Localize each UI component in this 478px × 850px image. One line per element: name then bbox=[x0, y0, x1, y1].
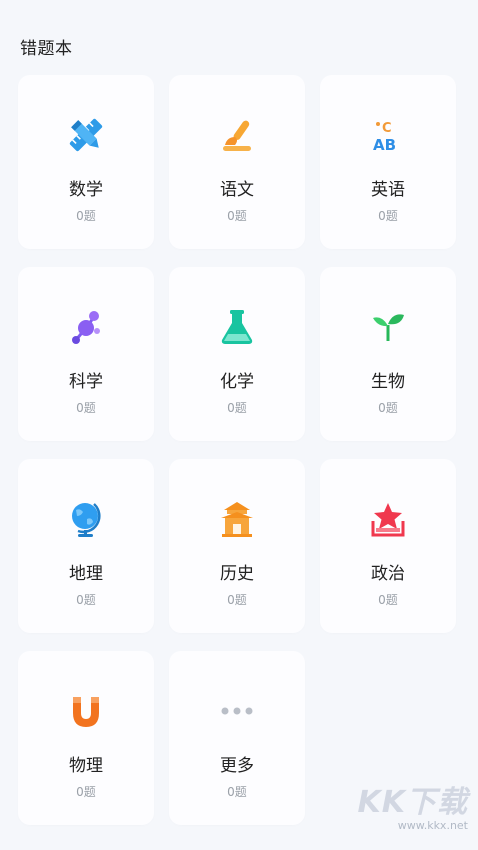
subject-name: 化学 bbox=[220, 372, 254, 392]
molecule-icon bbox=[66, 307, 106, 347]
abc-icon: C AB bbox=[368, 115, 408, 155]
subject-card-science[interactable]: 科学 0题 bbox=[18, 267, 154, 441]
more-dots-icon bbox=[217, 691, 257, 731]
subject-count: 0题 bbox=[227, 209, 247, 223]
subject-name: 地理 bbox=[69, 564, 103, 584]
ruler-pencil-icon bbox=[66, 115, 106, 155]
subject-card-biology[interactable]: 生物 0题 bbox=[320, 267, 456, 441]
flask-icon bbox=[217, 307, 257, 347]
subject-card-chemistry[interactable]: 化学 0题 bbox=[169, 267, 305, 441]
subject-count: 0题 bbox=[227, 785, 247, 799]
pavilion-icon bbox=[217, 499, 257, 539]
subject-card-history[interactable]: 历史 0题 bbox=[169, 459, 305, 633]
subject-card-physics[interactable]: 物理 0题 bbox=[18, 651, 154, 825]
subject-name: 语文 bbox=[220, 180, 254, 200]
sprout-icon bbox=[368, 307, 408, 347]
star-badge-icon bbox=[368, 499, 408, 539]
subject-name: 历史 bbox=[220, 564, 254, 584]
subject-count: 0题 bbox=[227, 593, 247, 607]
abc-icon-top-letter: C bbox=[382, 121, 392, 136]
subject-name: 科学 bbox=[69, 372, 103, 392]
subject-card-english[interactable]: C AB 英语 0题 bbox=[320, 75, 456, 249]
subject-card-math[interactable]: 数学 0题 bbox=[18, 75, 154, 249]
subject-count: 0题 bbox=[76, 209, 96, 223]
abc-icon-bottom-letters: AB bbox=[373, 136, 396, 154]
subject-count: 0题 bbox=[378, 593, 398, 607]
subject-count: 0题 bbox=[227, 401, 247, 415]
subject-count: 0题 bbox=[378, 209, 398, 223]
subject-card-more[interactable]: 更多 0题 bbox=[169, 651, 305, 825]
brush-icon bbox=[217, 115, 257, 155]
subject-name: 物理 bbox=[69, 756, 103, 776]
globe-icon bbox=[66, 499, 106, 539]
subject-name: 更多 bbox=[220, 756, 254, 776]
subject-name: 政治 bbox=[371, 564, 405, 584]
subject-count: 0题 bbox=[378, 401, 398, 415]
magnet-icon bbox=[66, 691, 106, 731]
subject-name: 生物 bbox=[371, 372, 405, 392]
subject-name: 数学 bbox=[69, 180, 103, 200]
subject-card-chinese[interactable]: 语文 0题 bbox=[169, 75, 305, 249]
subject-count: 0题 bbox=[76, 593, 96, 607]
subject-count: 0题 bbox=[76, 785, 96, 799]
subject-name: 英语 bbox=[371, 180, 405, 200]
page-title: 错题本 bbox=[20, 39, 73, 59]
subject-grid: 数学 0题 语文 0题 C AB 英语 0题 科学 0题 化学 0题 生物 0题… bbox=[18, 75, 458, 825]
subject-card-politics[interactable]: 政治 0题 bbox=[320, 459, 456, 633]
subject-card-geography[interactable]: 地理 0题 bbox=[18, 459, 154, 633]
subject-count: 0题 bbox=[76, 401, 96, 415]
